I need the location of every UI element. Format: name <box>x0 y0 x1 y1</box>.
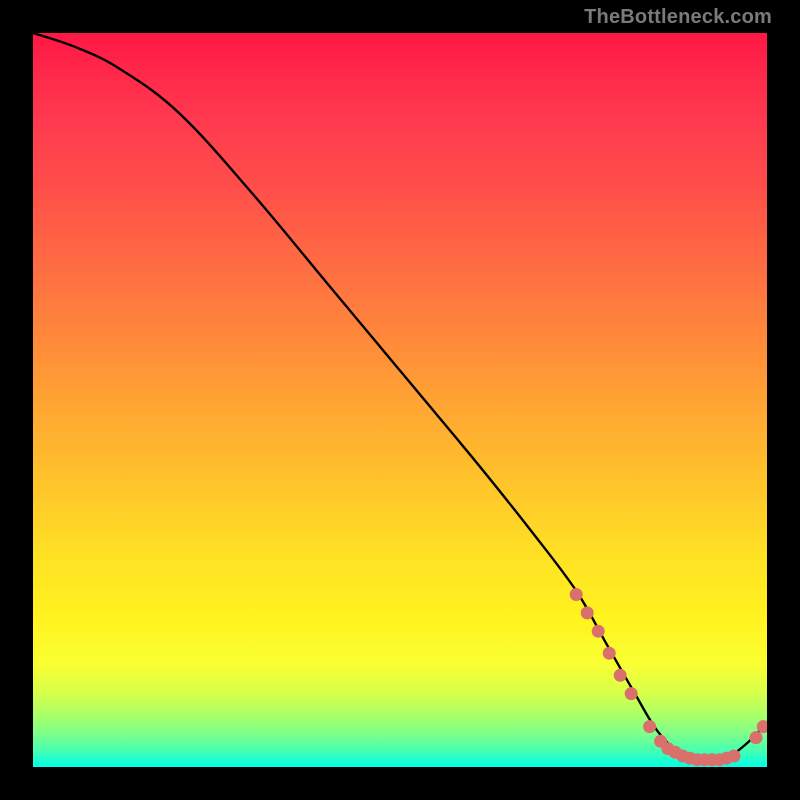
bottleneck-curve <box>33 33 767 761</box>
curve-marker <box>592 625 605 638</box>
curve-marker <box>643 720 656 733</box>
watermark-label: TheBottleneck.com <box>584 6 772 29</box>
curve-marker <box>581 606 594 619</box>
curve-marker <box>603 647 616 660</box>
plot-area <box>33 33 767 767</box>
curve-marker <box>728 750 741 763</box>
curve-marker <box>625 687 638 700</box>
curve-marker <box>614 669 627 682</box>
curve-marker <box>750 731 763 744</box>
curve-layer <box>33 33 767 767</box>
curve-markers <box>570 588 767 766</box>
chart-stage: TheBottleneck.com <box>0 0 800 800</box>
curve-marker <box>570 588 583 601</box>
